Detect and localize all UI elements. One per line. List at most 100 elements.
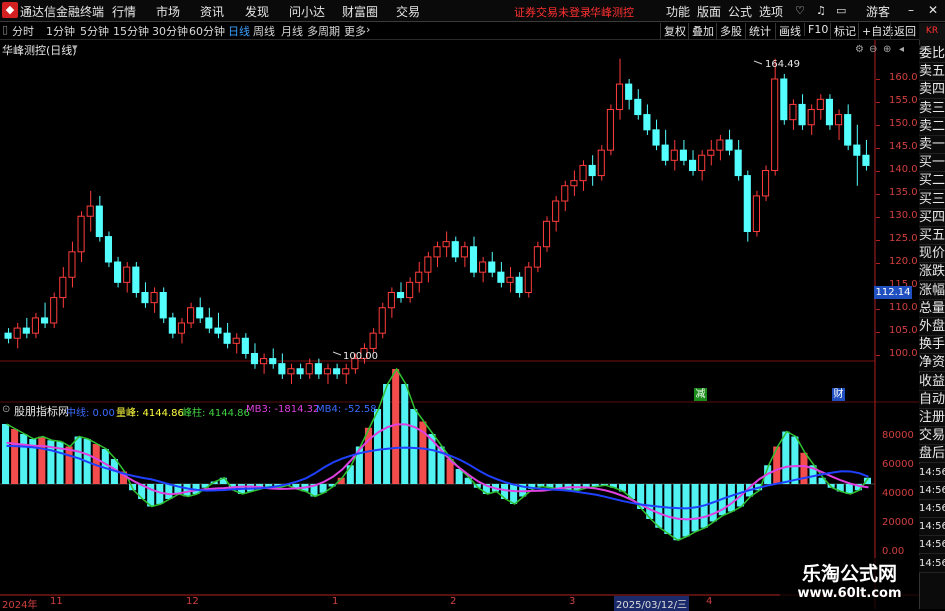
candle-body bbox=[114, 261, 122, 283]
quote-field[interactable]: 14:56 bbox=[919, 481, 945, 500]
candle-body bbox=[862, 154, 870, 166]
period-more[interactable]: 更多 bbox=[344, 23, 366, 39]
time-tick: 2 bbox=[450, 596, 457, 607]
quote-field[interactable]: 买二 bbox=[919, 172, 945, 191]
quote-field[interactable]: 委比 bbox=[919, 45, 945, 63]
candle-body bbox=[798, 103, 806, 126]
period-30min[interactable]: 30分钟 bbox=[152, 23, 188, 39]
price-tick: 110.0 bbox=[889, 302, 918, 313]
quote-field[interactable]: 14:56 bbox=[919, 463, 945, 482]
quote-field[interactable]: 盘后 bbox=[919, 445, 945, 464]
period-minute[interactable]: 分时 bbox=[12, 23, 34, 39]
quote-field[interactable]: 买四 bbox=[919, 208, 945, 227]
kline-chart[interactable] bbox=[0, 40, 919, 609]
quote-field[interactable]: 14:56 bbox=[919, 500, 945, 518]
indicator-settings-icon[interactable]: ⊙ bbox=[2, 404, 10, 415]
finance-badge[interactable]: 财 bbox=[832, 388, 845, 401]
high-price-label: 164.49 bbox=[765, 59, 800, 70]
menu-item-quote[interactable]: 行情 bbox=[112, 3, 136, 20]
candle-body bbox=[269, 358, 277, 365]
indicator-name[interactable]: 股朋指标网 bbox=[14, 403, 69, 419]
toolbar-adjust[interactable]: 复权 bbox=[660, 23, 689, 39]
toolbar-mark[interactable]: 标记 bbox=[830, 23, 859, 39]
quote-field[interactable]: 涨幅 bbox=[919, 281, 945, 300]
chart-options-icon[interactable]: ▾ bbox=[72, 41, 78, 54]
period-15min[interactable]: 15分钟 bbox=[113, 23, 149, 39]
quote-field[interactable]: 交易 bbox=[919, 427, 945, 446]
candle-body bbox=[406, 281, 414, 299]
period-weekly[interactable]: 周线 bbox=[253, 23, 275, 39]
period-monthly[interactable]: 月线 bbox=[281, 23, 303, 39]
candle-body bbox=[415, 271, 423, 283]
menu-item-trade[interactable]: 交易 bbox=[396, 3, 420, 20]
menu-item-options[interactable]: 选项 bbox=[759, 3, 783, 20]
candle-body bbox=[396, 292, 405, 299]
price-tick-mark bbox=[876, 171, 880, 172]
quote-field[interactable]: 14:56 bbox=[919, 518, 945, 537]
expand-icon[interactable]: ◂ bbox=[899, 44, 904, 55]
candle-body bbox=[260, 358, 268, 365]
login-status[interactable]: 证券交易未登录 bbox=[514, 4, 591, 20]
menu-item-function[interactable]: 功能 bbox=[666, 3, 690, 20]
toolbar-back[interactable]: 返回 bbox=[890, 23, 919, 39]
period-1min[interactable]: 1分钟 bbox=[46, 23, 75, 39]
toolbar-multi[interactable]: 多股 bbox=[716, 23, 745, 39]
quote-field[interactable]: 卖二 bbox=[919, 117, 945, 136]
bell-icon[interactable]: ♫ bbox=[816, 4, 826, 17]
plus-icon[interactable]: ⊕ bbox=[883, 44, 891, 55]
period-daily[interactable]: 日线 bbox=[228, 23, 250, 39]
chevron-right-icon[interactable]: › bbox=[366, 23, 370, 36]
period-60min[interactable]: 60分钟 bbox=[189, 23, 225, 39]
toolbar-f10[interactable]: F10 bbox=[804, 23, 831, 36]
quote-field[interactable]: 买三 bbox=[919, 190, 945, 209]
user-guest[interactable]: 游客 bbox=[866, 3, 890, 20]
menu-item-discover[interactable]: 发现 bbox=[245, 3, 269, 20]
quote-field[interactable]: 卖一 bbox=[919, 136, 945, 154]
quote-field[interactable]: 卖五 bbox=[919, 63, 945, 82]
quote-field[interactable]: 净资 bbox=[919, 354, 945, 373]
quote-field[interactable]: 14:56 bbox=[919, 536, 945, 555]
quote-field[interactable]: 卖四 bbox=[919, 81, 945, 100]
reduce-badge[interactable]: 减 bbox=[694, 388, 707, 401]
quote-field[interactable]: 14:56 bbox=[919, 554, 945, 573]
menu-item-market[interactable]: 市场 bbox=[156, 3, 180, 20]
settings-icon[interactable]: ⚙ bbox=[855, 44, 864, 55]
candle-body bbox=[542, 220, 551, 248]
quote-field[interactable]: 总量 bbox=[919, 299, 945, 318]
quote-field[interactable]: 自动 bbox=[919, 390, 945, 409]
menu-item-wealth[interactable]: 财富圈 bbox=[342, 3, 378, 20]
period-multi[interactable]: 多周期 bbox=[307, 23, 340, 39]
minus-icon[interactable]: ⊖ bbox=[869, 44, 877, 55]
quote-field[interactable]: 外盘 bbox=[919, 318, 945, 336]
toolbar-draw[interactable]: 画线 bbox=[775, 23, 804, 39]
menu-item-layout[interactable]: 版面 bbox=[697, 3, 721, 20]
app-logo-icon[interactable]: ◆ bbox=[2, 2, 18, 18]
menu-item-formula[interactable]: 公式 bbox=[728, 3, 752, 20]
candle-body bbox=[552, 200, 560, 222]
quote-field[interactable]: 现价 bbox=[919, 245, 945, 264]
panel-toggle-icon[interactable]: ▯ bbox=[2, 23, 8, 36]
quote-field[interactable]: 收益 bbox=[919, 372, 945, 391]
candle-body bbox=[205, 317, 213, 329]
window-icon[interactable]: ▭ bbox=[836, 4, 846, 17]
price-tick-mark bbox=[876, 102, 880, 103]
candle-body bbox=[670, 149, 678, 161]
indicator-bar bbox=[791, 436, 799, 484]
time-tick: 4 bbox=[706, 596, 713, 607]
toolbar-overlay[interactable]: 叠加 bbox=[688, 23, 717, 39]
period-5min[interactable]: 5分钟 bbox=[80, 23, 109, 39]
user-icon[interactable]: ♡ bbox=[795, 4, 805, 17]
toolbar-stats[interactable]: 统计 bbox=[745, 23, 774, 39]
quote-field[interactable]: 买一 bbox=[919, 154, 945, 173]
minimize-icon[interactable]: – bbox=[908, 3, 914, 17]
quote-field[interactable]: 涨跌 bbox=[919, 263, 945, 282]
close-icon[interactable]: ✕ bbox=[928, 3, 938, 17]
quote-field[interactable]: 卖三 bbox=[919, 99, 945, 118]
menu-item-news[interactable]: 资讯 bbox=[200, 3, 224, 20]
quote-field[interactable]: 换手 bbox=[919, 336, 945, 355]
candle-body bbox=[834, 114, 843, 126]
menu-item-ask[interactable]: 问小达 bbox=[289, 3, 325, 20]
quote-field[interactable]: 注册 bbox=[919, 409, 945, 427]
candle-body bbox=[807, 109, 815, 126]
quote-field[interactable]: 买五 bbox=[919, 227, 945, 245]
